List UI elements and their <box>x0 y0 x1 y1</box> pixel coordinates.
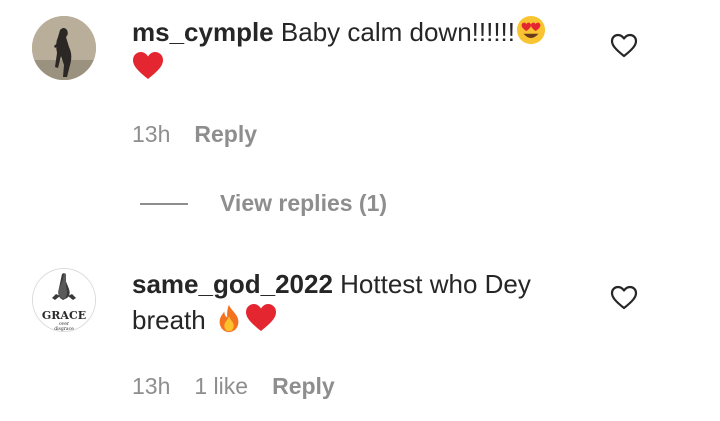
comment-likes[interactable]: 1 like <box>194 373 248 400</box>
svg-text:GRACE: GRACE <box>42 309 86 322</box>
avatar-photo <box>32 16 96 80</box>
view-replies-button[interactable]: View replies (1) <box>140 190 387 217</box>
praying-hands-logo: GRACE over disgrace <box>33 269 95 332</box>
reply-button[interactable]: Reply <box>194 121 257 148</box>
svg-text:disgrace: disgrace <box>54 326 74 332</box>
comment-time: 13h <box>132 121 171 147</box>
comment-username[interactable]: same_god_2022 <box>132 269 333 299</box>
avatar[interactable]: GRACE over disgrace <box>32 268 96 332</box>
view-replies-divider <box>140 202 188 205</box>
comment-body: same_god_2022 Hottest who Dey breath <box>132 266 572 338</box>
comment-meta: 13h Reply <box>132 121 257 148</box>
comment-body: ms_cymple Baby calm down!!!!!! <box>132 14 572 86</box>
view-replies-label: View replies (1) <box>220 190 388 216</box>
red-heart-emoji-icon <box>132 51 164 81</box>
fire-emoji-icon <box>213 303 245 333</box>
comment-username[interactable]: ms_cymple <box>132 17 274 47</box>
avatar[interactable] <box>32 16 96 80</box>
reply-button[interactable]: Reply <box>272 373 335 400</box>
comment-meta: 13h 1 like Reply <box>132 373 335 400</box>
red-heart-emoji-icon <box>245 303 277 333</box>
like-heart-icon[interactable] <box>610 285 638 311</box>
heart-eyes-emoji-icon <box>515 15 547 45</box>
comment-text: Baby calm down!!!!!! <box>280 17 515 47</box>
like-heart-icon[interactable] <box>610 33 638 59</box>
comment-time: 13h <box>132 373 171 399</box>
